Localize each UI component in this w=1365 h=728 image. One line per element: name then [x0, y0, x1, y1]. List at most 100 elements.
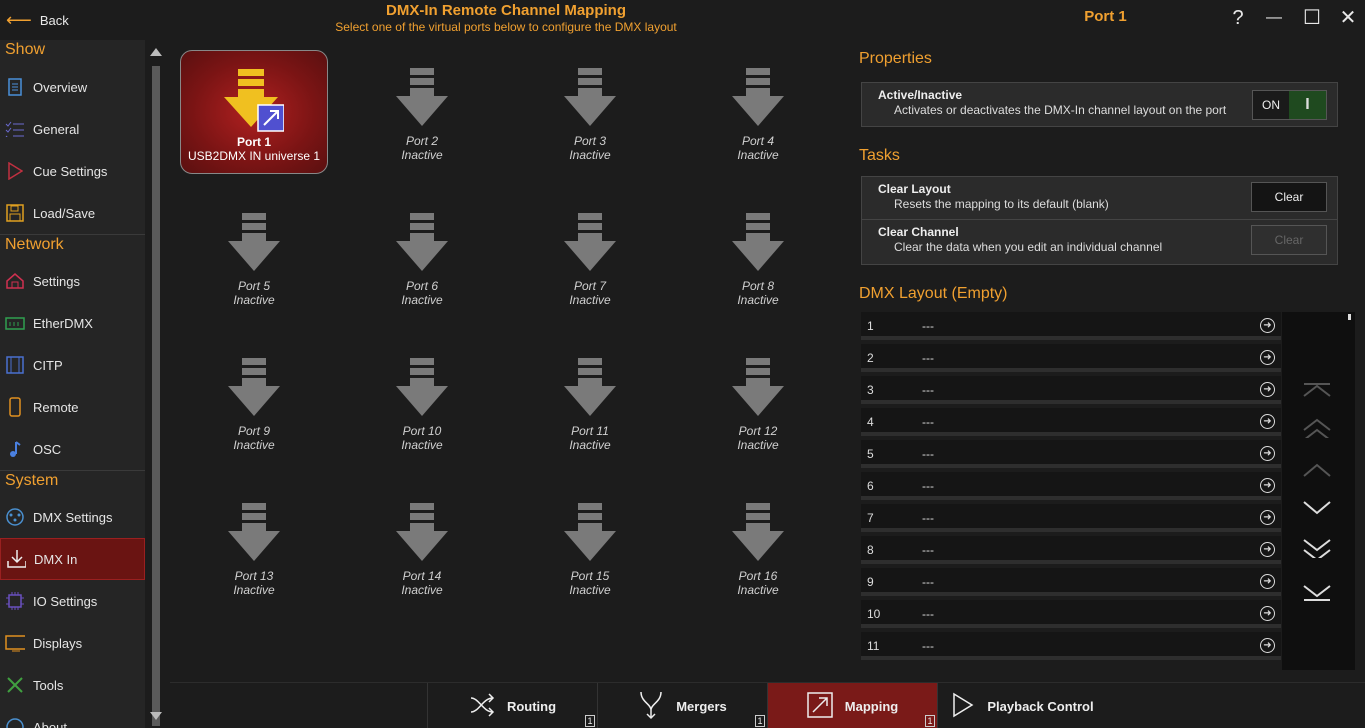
port-tile-1[interactable]: Port 1 USB2DMX IN universe 1	[180, 50, 328, 174]
monitor-icon	[5, 633, 25, 653]
dmx-channel-row[interactable]: 5 --- ➜	[861, 440, 1281, 468]
channel-number: 1	[867, 319, 874, 333]
arrow-right-circle-icon[interactable]: ➜	[1260, 478, 1275, 493]
dmx-channel-row[interactable]: 10 --- ➜	[861, 600, 1281, 628]
port-tile-7[interactable]: Port 7 Inactive	[516, 195, 664, 319]
dmx-channel-row[interactable]: 3 --- ➜	[861, 376, 1281, 404]
sidebar-item-citp[interactable]: CITP	[0, 344, 145, 386]
sidebar-item-label: Overview	[33, 79, 88, 95]
port-tile-3[interactable]: Port 3 Inactive	[516, 50, 664, 174]
sidebar-item-dmx-in[interactable]: DMX In	[0, 538, 145, 580]
port-tile-5[interactable]: Port 5 Inactive	[180, 195, 328, 319]
arrow-right-circle-icon[interactable]: ➜	[1260, 350, 1275, 365]
channel-number: 3	[867, 383, 874, 397]
sidebar: Show Overview General Cue Settings Load/Save…	[0, 40, 145, 728]
clear-channel-button[interactable]: Clear	[1251, 225, 1327, 255]
scroll-track[interactable]	[152, 66, 160, 726]
line-down-icon[interactable]	[1302, 500, 1332, 520]
sidebar-item-tools[interactable]: Tools	[0, 664, 145, 706]
dmx-channel-row[interactable]: 4 --- ➜	[861, 408, 1281, 436]
merge-icon	[638, 690, 664, 723]
sidebar-item-etherdmx[interactable]: EtherDMX	[0, 302, 145, 344]
scroll-down-icon[interactable]	[150, 712, 162, 720]
port-tile-4[interactable]: Port 4 Inactive	[684, 50, 832, 174]
sidebar-scrollbar[interactable]	[148, 44, 166, 728]
toggle-label: ON	[1262, 98, 1280, 112]
floppy-icon	[5, 203, 25, 223]
port-tile-13[interactable]: Port 13 Inactive	[180, 485, 328, 609]
channel-number: 7	[867, 511, 874, 525]
tab-playback-control[interactable]: Playback Control	[937, 683, 1107, 728]
port-status: Inactive	[233, 293, 275, 307]
dmx-channel-row[interactable]: 1 --- ➜	[861, 312, 1281, 340]
minimize-button[interactable]: —	[1262, 6, 1286, 30]
sidebar-item-label: Displays	[33, 635, 83, 651]
port-tile-12[interactable]: Port 12 Inactive	[684, 340, 832, 464]
port-name: Port 11	[571, 424, 609, 438]
port-tile-16[interactable]: Port 16 Inactive	[684, 485, 832, 609]
arrow-right-circle-icon[interactable]: ➜	[1260, 446, 1275, 461]
sidebar-item-overview[interactable]: Overview	[0, 66, 145, 108]
port-status: Inactive	[569, 438, 611, 452]
close-button[interactable]: ✕	[1336, 6, 1360, 30]
dmx-channel-row[interactable]: 6 --- ➜	[861, 472, 1281, 500]
dmx-channel-row[interactable]: 2 --- ➜	[861, 344, 1281, 372]
arrow-right-circle-icon[interactable]: ➜	[1260, 382, 1275, 397]
clear-layout-button[interactable]: Clear	[1251, 182, 1327, 212]
tab-mergers[interactable]: Mergers 1	[597, 683, 767, 728]
sidebar-item-osc[interactable]: OSC	[0, 428, 145, 470]
port-tile-11[interactable]: Port 11 Inactive	[516, 340, 664, 464]
port-status: Inactive	[401, 293, 443, 307]
maximize-button[interactable]: ☐	[1300, 6, 1324, 30]
sidebar-item-settings[interactable]: Settings	[0, 260, 145, 302]
arrow-right-circle-icon[interactable]: ➜	[1260, 606, 1275, 621]
port-tile-9[interactable]: Port 9 Inactive	[180, 340, 328, 464]
music-note-icon	[5, 439, 25, 459]
dmx-channel-row[interactable]: 8 --- ➜	[861, 536, 1281, 564]
dmx-in-arrow-icon	[560, 503, 620, 569]
dmx-channel-row[interactable]: 7 --- ➜	[861, 504, 1281, 532]
arrow-right-circle-icon[interactable]: ➜	[1260, 638, 1275, 653]
active-toggle[interactable]: ON I	[1252, 90, 1327, 120]
back-button[interactable]: ⟵ Back	[0, 0, 145, 40]
tab-mapping[interactable]: Mapping 1	[767, 683, 937, 728]
scroll-bottom-icon[interactable]	[1302, 582, 1332, 602]
dmx-in-arrow-icon	[560, 213, 620, 279]
sidebar-item-dmx-settings[interactable]: DMX Settings	[0, 496, 145, 538]
page-up-icon[interactable]	[1302, 418, 1332, 438]
dmx-channel-row[interactable]: 9 --- ➜	[861, 568, 1281, 596]
arrow-right-circle-icon[interactable]: ➜	[1260, 542, 1275, 557]
arrow-right-circle-icon[interactable]: ➜	[1260, 318, 1275, 333]
sidebar-item-label: About	[33, 719, 67, 728]
sidebar-item-displays[interactable]: Displays	[0, 622, 145, 664]
port-name: Port 13	[234, 569, 274, 583]
arrow-right-circle-icon[interactable]: ➜	[1260, 414, 1275, 429]
sidebar-item-load-save[interactable]: Load/Save	[0, 192, 145, 234]
arrow-right-circle-icon[interactable]: ➜	[1260, 574, 1275, 589]
tab-routing[interactable]: Routing 1	[427, 683, 597, 728]
port-tile-14[interactable]: Port 14 Inactive	[348, 485, 496, 609]
toggle-switch[interactable]: I	[1289, 91, 1326, 119]
sidebar-item-general[interactable]: General	[0, 108, 145, 150]
port-status: Inactive	[737, 148, 779, 162]
sidebar-item-cue-settings[interactable]: Cue Settings	[0, 150, 145, 192]
dmx-channel-row[interactable]: 11 --- ➜	[861, 632, 1281, 660]
port-tile-15[interactable]: Port 15 Inactive	[516, 485, 664, 609]
scroll-top-icon[interactable]	[1302, 382, 1332, 402]
arrow-right-circle-icon[interactable]: ➜	[1260, 510, 1275, 525]
sidebar-item-remote[interactable]: Remote	[0, 386, 145, 428]
tab-label: Mapping	[844, 698, 899, 714]
page-down-icon[interactable]	[1302, 538, 1332, 558]
port-tile-2[interactable]: Port 2 Inactive	[348, 50, 496, 174]
port-tile-8[interactable]: Port 8 Inactive	[684, 195, 832, 319]
port-tile-10[interactable]: Port 10 Inactive	[348, 340, 496, 464]
properties-box: Active/Inactive Activates or deactivates…	[861, 82, 1338, 127]
scroll-up-icon[interactable]	[150, 48, 162, 56]
dmx-in-arrow-icon	[392, 358, 452, 424]
port-tile-6[interactable]: Port 6 Inactive	[348, 195, 496, 319]
help-button[interactable]: ?	[1226, 6, 1250, 30]
sidebar-item-about[interactable]: About	[0, 706, 145, 728]
checklist-icon	[5, 119, 25, 139]
sidebar-item-io-settings[interactable]: IO Settings	[0, 580, 145, 622]
line-up-icon[interactable]	[1302, 462, 1332, 482]
